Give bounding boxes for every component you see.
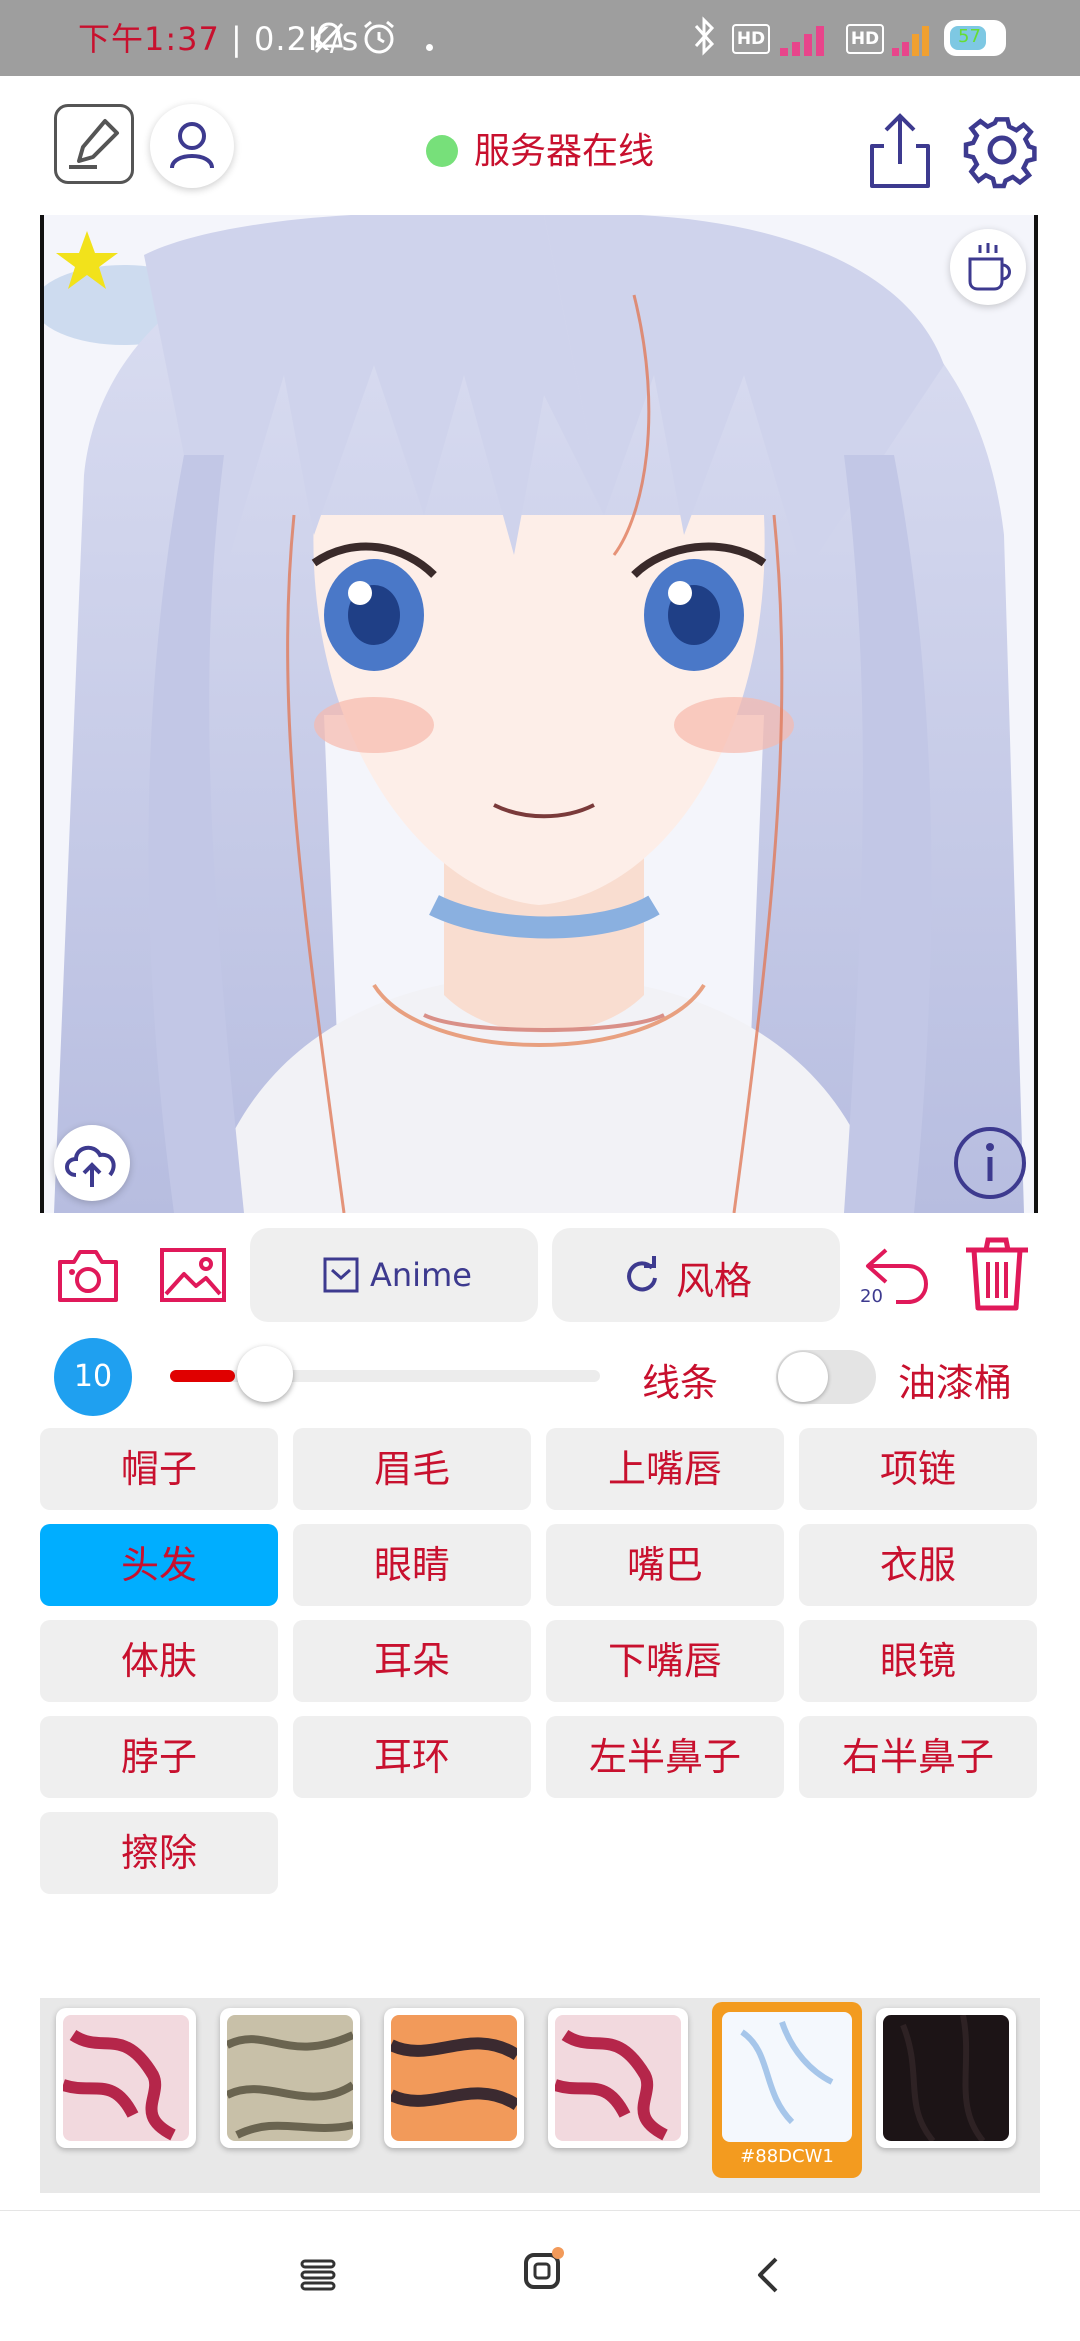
system-nav-bar bbox=[0, 2210, 1080, 2341]
style-button[interactable]: 风格 bbox=[552, 1228, 840, 1322]
home-icon[interactable] bbox=[520, 2245, 568, 2293]
coffee-button[interactable] bbox=[950, 229, 1026, 305]
part-button[interactable]: 体肤 bbox=[40, 1620, 278, 1702]
texture-swatch-selected[interactable]: #88DCW1 bbox=[712, 2002, 862, 2178]
server-status-text: 服务器在线 bbox=[473, 131, 654, 172]
texture-swatch[interactable] bbox=[56, 2008, 196, 2148]
notification-dot bbox=[426, 44, 433, 51]
anime-portrait-image bbox=[44, 215, 1034, 1213]
back-icon[interactable] bbox=[752, 2255, 782, 2295]
part-button[interactable]: 嘴巴 bbox=[546, 1524, 784, 1606]
model-label: Anime bbox=[370, 1256, 472, 1294]
part-button[interactable]: 上嘴唇 bbox=[546, 1428, 784, 1510]
signal-icon bbox=[780, 26, 824, 56]
part-button[interactable]: 下嘴唇 bbox=[546, 1620, 784, 1702]
info-icon[interactable] bbox=[952, 1125, 1028, 1201]
refresh-icon bbox=[627, 1256, 657, 1292]
signal-icon-2 bbox=[892, 26, 929, 56]
share-icon[interactable] bbox=[864, 110, 936, 192]
selected-swatch-code: #88DCW1 bbox=[740, 2146, 834, 2167]
texture-swatch[interactable] bbox=[876, 2008, 1016, 2148]
upload-cloud-icon bbox=[65, 1145, 116, 1187]
star-icon[interactable] bbox=[54, 229, 120, 291]
texture-swatch[interactable] bbox=[220, 2008, 360, 2148]
part-button[interactable]: 头发 bbox=[40, 1524, 278, 1606]
part-button[interactable]: 擦除 bbox=[40, 1812, 278, 1894]
part-button[interactable]: 眼睛 bbox=[293, 1524, 531, 1606]
line-label: 线条 bbox=[642, 1361, 719, 1405]
camera-icon[interactable] bbox=[56, 1246, 120, 1304]
brush-size-badge: 10 bbox=[54, 1338, 132, 1416]
part-button[interactable]: 眼镜 bbox=[799, 1620, 1037, 1702]
brush-size-slider[interactable] bbox=[170, 1346, 600, 1402]
menu-icon[interactable] bbox=[298, 2257, 338, 2293]
undo-button[interactable]: 20 bbox=[856, 1236, 938, 1312]
slider-thumb[interactable] bbox=[236, 1346, 293, 1402]
part-button[interactable]: 项链 bbox=[799, 1428, 1037, 1510]
trash-icon[interactable] bbox=[962, 1236, 1032, 1312]
upload-button[interactable] bbox=[54, 1125, 130, 1201]
part-button[interactable]: 眉毛 bbox=[293, 1428, 531, 1510]
drawing-canvas[interactable] bbox=[40, 215, 1038, 1213]
status-dot bbox=[425, 135, 458, 167]
undo-count: 20 bbox=[860, 1286, 883, 1307]
part-button[interactable]: 右半鼻子 bbox=[799, 1716, 1037, 1798]
texture-swatch[interactable] bbox=[384, 2008, 524, 2148]
coffee-icon bbox=[968, 243, 1011, 291]
bell-off-icon bbox=[314, 22, 344, 54]
model-select-button[interactable]: Anime bbox=[250, 1228, 538, 1322]
bluetooth-icon bbox=[694, 16, 715, 56]
battery-icon: 57 bbox=[944, 20, 1006, 56]
part-button[interactable]: 衣服 bbox=[799, 1524, 1037, 1606]
texture-swatch[interactable] bbox=[548, 2008, 688, 2148]
gear-icon[interactable] bbox=[962, 110, 1042, 190]
alarm-icon bbox=[364, 20, 394, 54]
bucket-label: 油漆桶 bbox=[898, 1361, 1013, 1405]
hd-icon: HD bbox=[732, 24, 770, 54]
style-label: 风格 bbox=[676, 1259, 753, 1303]
part-button[interactable]: 脖子 bbox=[40, 1716, 278, 1798]
part-button[interactable]: 左半鼻子 bbox=[546, 1716, 784, 1798]
image-icon[interactable] bbox=[158, 1246, 228, 1304]
bucket-toggle[interactable] bbox=[776, 1350, 876, 1404]
status-bar: 下午1:37 | 0.2K/s HD HD 57 bbox=[0, 0, 1080, 76]
part-button[interactable]: 耳环 bbox=[293, 1716, 531, 1798]
part-button[interactable]: 帽子 bbox=[40, 1428, 278, 1510]
toggle-knob bbox=[778, 1352, 828, 1402]
checkbox-icon bbox=[323, 1257, 359, 1293]
texture-swatch-bar: #88DCW1 bbox=[40, 1998, 1040, 2193]
hd-icon-2: HD bbox=[846, 24, 884, 54]
part-button[interactable]: 耳朵 bbox=[293, 1620, 531, 1702]
